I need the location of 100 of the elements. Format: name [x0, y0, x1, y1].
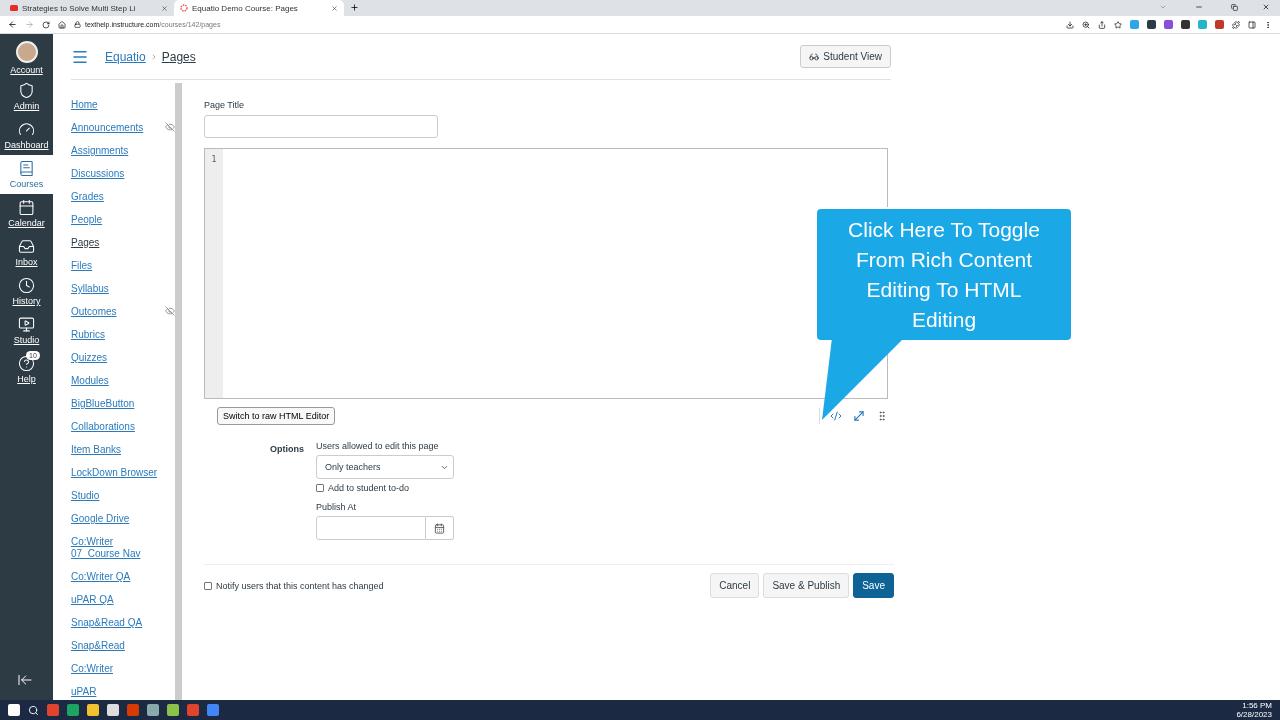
- browser-tab[interactable]: Strategies to Solve Multi Step Li: [4, 0, 174, 16]
- play-icon: [10, 4, 18, 12]
- options-label: Options: [269, 443, 304, 456]
- users-select[interactable]: Only teachers: [316, 455, 454, 479]
- new-tab-icon[interactable]: [350, 3, 359, 12]
- reload-icon[interactable]: [42, 20, 50, 29]
- close-icon[interactable]: [1262, 3, 1270, 11]
- global-nav-item[interactable]: Studio: [0, 311, 53, 350]
- taskbar-app-icon[interactable]: [127, 704, 139, 716]
- start-icon[interactable]: [8, 704, 20, 716]
- close-icon[interactable]: [331, 4, 338, 12]
- global-nav-item[interactable]: Dashboard: [0, 116, 53, 155]
- course-nav-link[interactable]: People: [71, 214, 175, 237]
- calendar-button[interactable]: [426, 516, 454, 540]
- checkbox-label: Notify users that this content has changed: [216, 580, 384, 591]
- restore-icon[interactable]: [1231, 4, 1238, 11]
- course-nav-link[interactable]: uPAR QA: [71, 594, 175, 617]
- taskbar-app-icon[interactable]: [207, 704, 219, 716]
- global-nav-item[interactable]: Calendar: [0, 194, 53, 233]
- gauge-icon: [18, 121, 35, 138]
- code-icon[interactable]: [830, 410, 842, 422]
- checkbox[interactable]: [204, 581, 212, 590]
- download-icon[interactable]: [1066, 20, 1074, 29]
- switch-editor-button[interactable]: Switch to raw HTML Editor: [217, 407, 336, 425]
- course-nav-link[interactable]: Outcomes: [71, 306, 175, 329]
- course-nav-link[interactable]: Collaborations: [71, 421, 175, 444]
- course-nav-link[interactable]: Snap&Read: [71, 640, 175, 663]
- clock-date: 6/28/2023: [1236, 710, 1272, 719]
- more-icon[interactable]: [1264, 20, 1272, 29]
- taskbar-app-icon[interactable]: [107, 704, 119, 716]
- course-nav-link[interactable]: Home: [71, 99, 175, 122]
- grip-icon[interactable]: [876, 410, 888, 422]
- breadcrumb-link[interactable]: Equatio: [105, 49, 146, 64]
- course-nav-link[interactable]: Grades: [71, 191, 175, 214]
- course-nav-link[interactable]: Discussions: [71, 168, 175, 191]
- minimize-icon[interactable]: [1195, 3, 1203, 11]
- close-icon[interactable]: [161, 4, 168, 12]
- field-label: Publish At: [316, 502, 358, 512]
- taskbar-app-icon[interactable]: [187, 704, 199, 716]
- secondary-button[interactable]: Save & Publish: [763, 573, 850, 598]
- course-nav-link[interactable]: Quizzes: [71, 352, 175, 375]
- field-label: Page Title: [204, 100, 246, 110]
- course-nav-link[interactable]: Files: [71, 260, 175, 283]
- book-icon: [18, 160, 35, 177]
- course-nav-link[interactable]: Co:Writer QA: [71, 571, 175, 594]
- primary-button[interactable]: Save: [853, 573, 894, 598]
- field-label: Users allowed to edit this page: [316, 441, 440, 451]
- side-panel-icon[interactable]: [1248, 20, 1256, 29]
- ring-icon: [180, 4, 188, 12]
- course-nav-link[interactable]: Rubrics: [71, 329, 175, 352]
- global-nav-item[interactable]: Admin: [0, 77, 53, 116]
- course-nav-link[interactable]: Studio: [71, 490, 175, 513]
- course-nav-link[interactable]: Syllabus: [71, 283, 175, 306]
- back-icon[interactable]: [8, 20, 17, 29]
- zoom-icon[interactable]: [1082, 20, 1090, 29]
- monitor-icon: [18, 316, 35, 333]
- collapse-icon[interactable]: [17, 672, 33, 688]
- eye-off-icon: [165, 306, 175, 316]
- taskbar-app-icon[interactable]: [67, 704, 79, 716]
- shield-icon: [18, 82, 35, 99]
- taskbar-app-icon[interactable]: [167, 704, 179, 716]
- clock-icon: [18, 277, 35, 294]
- course-nav-link[interactable]: Item Banks: [71, 444, 175, 467]
- avatar: [15, 40, 38, 63]
- secondary-button[interactable]: Cancel: [710, 573, 760, 598]
- help-icon: [18, 355, 35, 372]
- date-input[interactable]: [316, 516, 426, 540]
- expand-icon[interactable]: [852, 409, 866, 423]
- student-view-button[interactable]: Student View: [800, 45, 891, 68]
- clock-time: 1:56 PM: [1242, 701, 1272, 710]
- eye-off-icon: [165, 122, 175, 132]
- browser-tab[interactable]: Equatio Demo Course: Pages: [174, 0, 344, 16]
- global-nav-item[interactable]: Courses: [0, 155, 53, 194]
- puzzle-icon[interactable]: [1232, 20, 1240, 29]
- course-nav-link[interactable]: LockDown Browser: [71, 467, 175, 490]
- breadcrumb-link[interactable]: Pages: [161, 49, 196, 64]
- course-nav-link[interactable]: Modules: [71, 375, 175, 398]
- page-title-input[interactable]: [204, 115, 438, 138]
- star-icon[interactable]: [1114, 20, 1122, 29]
- course-nav-link[interactable]: Co:Writer 07_Course Nav: [71, 536, 175, 571]
- global-nav-item[interactable]: Account: [0, 38, 53, 77]
- course-nav-link[interactable]: uPAR: [71, 686, 175, 700]
- share-icon[interactable]: [1098, 20, 1106, 29]
- course-nav-link[interactable]: Co:Writer: [71, 663, 175, 686]
- global-nav-item[interactable]: History: [0, 272, 53, 311]
- checkbox[interactable]: [316, 484, 324, 492]
- taskbar-app-icon[interactable]: [147, 704, 159, 716]
- scrollbar[interactable]: [175, 83, 182, 700]
- home-icon[interactable]: [58, 20, 66, 29]
- glasses-icon: [809, 51, 820, 62]
- global-nav-item[interactable]: Inbox: [0, 233, 53, 272]
- line-number: 1: [205, 149, 223, 398]
- search-icon[interactable]: [28, 704, 39, 716]
- course-nav-link[interactable]: BigBlueButton: [71, 398, 175, 421]
- course-nav-link[interactable]: Snap&Read QA: [71, 617, 175, 640]
- taskbar-app-icon[interactable]: [47, 704, 59, 716]
- course-nav-link[interactable]: Assignments: [71, 145, 175, 168]
- taskbar-app-icon[interactable]: [87, 704, 99, 716]
- course-nav-link[interactable]: Announcements: [71, 122, 175, 145]
- course-nav-link[interactable]: Google Drive: [71, 513, 175, 536]
